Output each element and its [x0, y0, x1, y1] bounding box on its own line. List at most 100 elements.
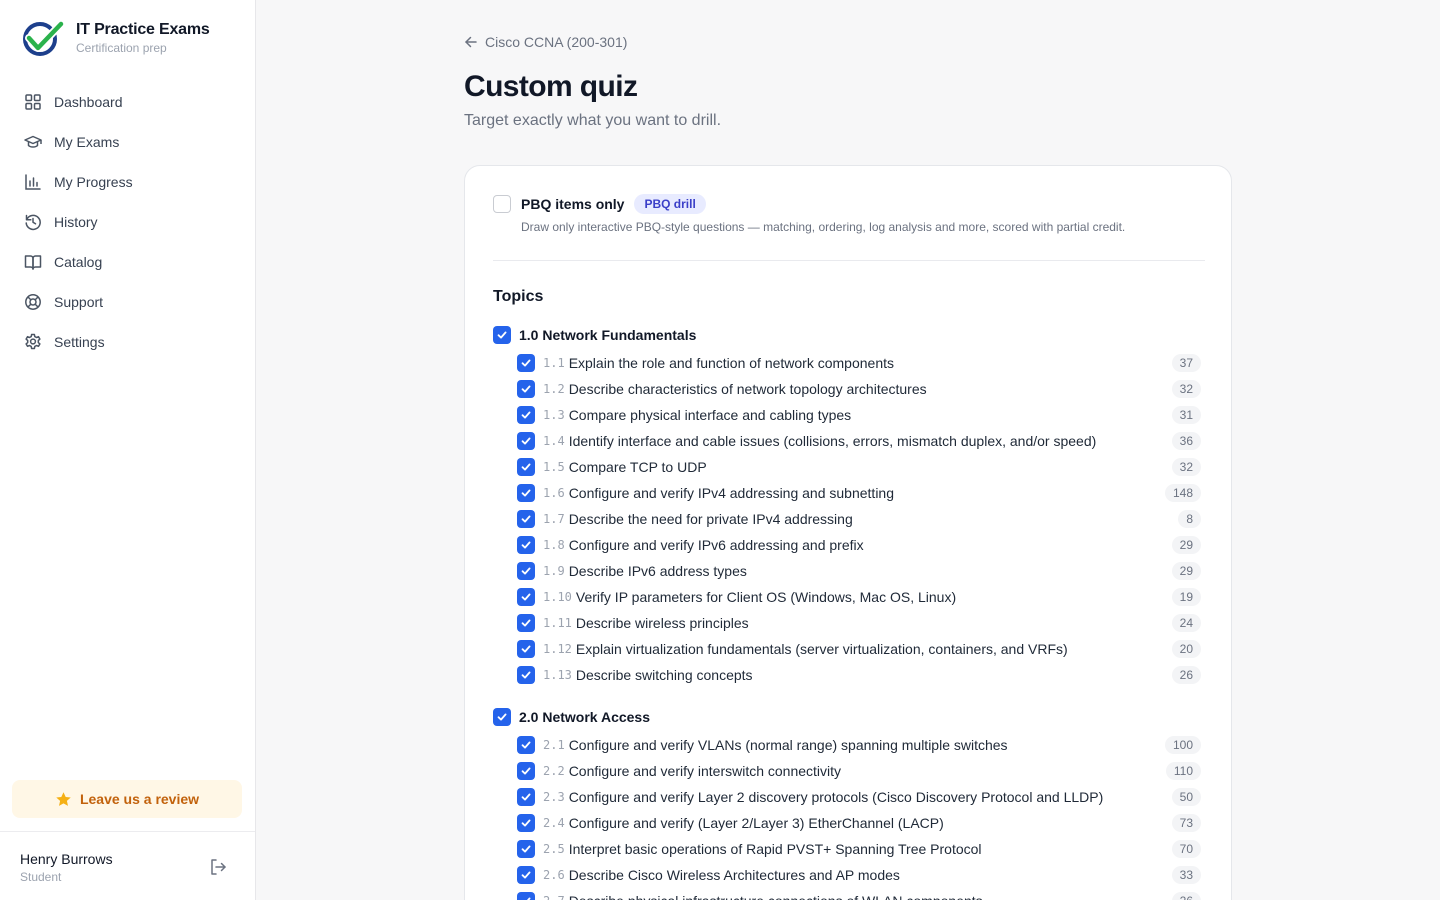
- pbq-drill-badge: PBQ drill: [634, 194, 706, 214]
- topic-checkbox[interactable]: [517, 484, 535, 502]
- topic-number: 1.7: [543, 512, 565, 526]
- topic-item[interactable]: 1.11 Describe wireless principles 24: [517, 613, 1201, 633]
- topic-checkbox[interactable]: [517, 380, 535, 398]
- user-panel: Henry Burrows Student: [0, 831, 255, 900]
- topic-checkbox[interactable]: [517, 588, 535, 606]
- domain-checkbox[interactable]: [493, 326, 511, 344]
- quiz-options-card: PBQ items only PBQ drill Draw only inter…: [464, 165, 1232, 900]
- topic-item[interactable]: 1.5 Compare TCP to UDP 32: [517, 457, 1201, 477]
- question-count-badge: 37: [1171, 354, 1201, 372]
- brand-title: IT Practice Exams: [76, 21, 210, 38]
- topic-label: Configure and verify interswitch connect…: [568, 763, 842, 779]
- topic-item[interactable]: 1.13 Describe switching concepts 26: [517, 665, 1201, 685]
- topic-item[interactable]: 1.4 Identify interface and cable issues (…: [517, 431, 1201, 451]
- topic-item[interactable]: 1.9 Describe IPv6 address types 29: [517, 561, 1201, 581]
- leave-review-button[interactable]: Leave us a review: [12, 780, 242, 818]
- topic-checkbox[interactable]: [517, 814, 535, 832]
- leave-review-label: Leave us a review: [79, 791, 200, 807]
- pbq-only-toggle[interactable]: PBQ items only PBQ drill: [493, 194, 706, 214]
- topic-item[interactable]: 2.3 Configure and verify Layer 2 discover…: [517, 787, 1201, 807]
- topic-label: Describe characteristics of network topo…: [568, 381, 927, 397]
- topic-item[interactable]: 2.2 Configure and verify interswitch conn…: [517, 761, 1201, 781]
- topic-label: Interpret basic operations of Rapid PVST…: [568, 841, 982, 857]
- brand[interactable]: IT Practice Exams Certification prep: [20, 20, 210, 56]
- user-role: Student: [20, 870, 62, 884]
- question-count-badge: 70: [1171, 840, 1201, 858]
- sidebar-item-my-exams[interactable]: My Exams: [12, 122, 244, 162]
- topic-number: 2.4: [543, 816, 565, 830]
- sidebar-item-support[interactable]: Support: [12, 282, 244, 322]
- topic-label: Describe wireless principles: [575, 615, 749, 631]
- sidebar: IT Practice Exams Certification prep Das…: [0, 0, 256, 900]
- topic-domain[interactable]: 1.0 Network Fundamentals: [493, 326, 696, 344]
- topic-item[interactable]: 2.7 Describe physical infrastructure conn…: [517, 891, 1201, 900]
- sidebar-item-dashboard[interactable]: Dashboard: [12, 82, 244, 122]
- sidebar-item-settings[interactable]: Settings: [12, 322, 244, 362]
- topic-item[interactable]: 2.4 Configure and verify (Layer 2/Layer 3…: [517, 813, 1201, 833]
- sidebar-item-history[interactable]: History: [12, 202, 244, 242]
- topic-number: 2.1: [543, 738, 565, 752]
- question-count-badge: 20: [1171, 640, 1201, 658]
- topic-label: Describe Cisco Wireless Architectures an…: [568, 867, 900, 883]
- topic-item[interactable]: 1.10 Verify IP parameters for Client OS (…: [517, 587, 1201, 607]
- topic-checkbox[interactable]: [517, 736, 535, 754]
- topic-checkbox[interactable]: [517, 666, 535, 684]
- topic-checkbox[interactable]: [517, 536, 535, 554]
- history-icon: [24, 213, 42, 231]
- question-count-badge: 33: [1171, 866, 1201, 884]
- topic-item[interactable]: 2.5 Interpret basic operations of Rapid P…: [517, 839, 1201, 859]
- topic-checkbox[interactable]: [517, 354, 535, 372]
- sidebar-item-my-progress[interactable]: My Progress: [12, 162, 244, 202]
- topic-item[interactable]: 1.7 Describe the need for private IPv4 ad…: [517, 509, 1201, 529]
- back-link[interactable]: Cisco CCNA (200-301): [464, 34, 627, 50]
- topic-checkbox[interactable]: [517, 762, 535, 780]
- topic-checkbox[interactable]: [517, 866, 535, 884]
- question-count-badge: 73: [1171, 814, 1201, 832]
- pbq-only-checkbox[interactable]: [493, 195, 511, 213]
- topic-item[interactable]: 1.8 Configure and verify IPv6 addressing …: [517, 535, 1201, 555]
- question-count-badge: 29: [1171, 536, 1201, 554]
- page-subtitle: Target exactly what you want to drill.: [464, 112, 722, 129]
- topic-item[interactable]: 1.1 Explain the role and function of netw…: [517, 353, 1201, 373]
- topic-label: Describe physical infrastructure connect…: [569, 893, 983, 900]
- topic-checkbox[interactable]: [517, 510, 535, 528]
- topic-checkbox[interactable]: [517, 640, 535, 658]
- gear-icon: [24, 333, 42, 351]
- grid-icon: [24, 93, 42, 111]
- topic-checkbox[interactable]: [517, 432, 535, 450]
- question-count-badge: 148: [1164, 484, 1201, 502]
- topic-label: Describe IPv6 address types: [568, 563, 747, 579]
- logout-icon[interactable]: [208, 857, 228, 877]
- topic-number: 2.5: [543, 842, 565, 856]
- topic-checkbox[interactable]: [517, 788, 535, 806]
- topic-number: 2.2: [543, 764, 565, 778]
- topic-checkbox[interactable]: [517, 840, 535, 858]
- bar-chart-icon: [24, 173, 42, 191]
- sidebar-item-label: Dashboard: [54, 94, 123, 110]
- topic-domain[interactable]: 2.0 Network Access: [493, 708, 650, 726]
- question-count-badge: 8: [1178, 510, 1201, 528]
- domain-label: 2.0 Network Access: [519, 709, 650, 725]
- topic-number: 1.8: [543, 538, 565, 552]
- topic-item[interactable]: 2.6 Describe Cisco Wireless Architectures…: [517, 865, 1201, 885]
- domain-checkbox[interactable]: [493, 708, 511, 726]
- topic-label: Verify IP parameters for Client OS (Wind…: [575, 589, 957, 605]
- topic-label: Describe switching concepts: [575, 667, 753, 683]
- topic-checkbox[interactable]: [517, 614, 535, 632]
- topic-checkbox[interactable]: [517, 562, 535, 580]
- topic-item[interactable]: 1.2 Describe characteristics of network t…: [517, 379, 1201, 399]
- topic-item[interactable]: 1.6 Configure and verify IPv4 addressing …: [517, 483, 1201, 503]
- topic-item[interactable]: 1.3 Compare physical interface and cablin…: [517, 405, 1201, 425]
- question-count-badge: 100: [1164, 736, 1201, 754]
- sidebar-item-catalog[interactable]: Catalog: [12, 242, 244, 282]
- domain-label: 1.0 Network Fundamentals: [519, 327, 697, 343]
- topic-checkbox[interactable]: [517, 458, 535, 476]
- topic-checkbox[interactable]: [517, 406, 535, 424]
- topic-item[interactable]: 2.1 Configure and verify VLANs (normal ra…: [517, 735, 1201, 755]
- topic-number: 1.2: [543, 382, 565, 396]
- topic-checkbox[interactable]: [517, 892, 535, 900]
- question-count-badge: 29: [1171, 562, 1201, 580]
- question-count-badge: 26: [1171, 666, 1201, 684]
- topic-number: 1.3: [543, 408, 565, 422]
- topic-item[interactable]: 1.12 Explain virtualization fundamentals …: [517, 639, 1201, 659]
